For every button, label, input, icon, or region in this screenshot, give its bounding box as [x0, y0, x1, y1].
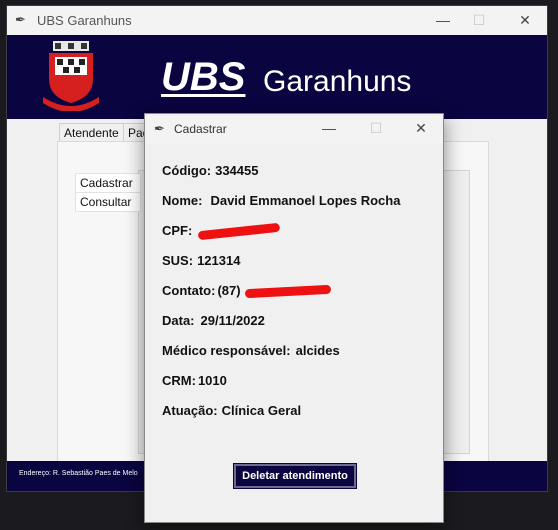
dialog-minimize-button[interactable]: — — [315, 118, 343, 138]
field-codigo: Código: 334455 — [162, 163, 259, 178]
header-banner: UBS Garanhuns — [7, 35, 547, 119]
field-medico: Médico responsável: alcides — [162, 343, 340, 358]
dialog-titlebar[interactable]: ✒ Cadastrar — ☐ ✕ — [145, 114, 443, 144]
field-data: Data: 29/11/2022 — [162, 313, 265, 328]
feather-icon: ✒ — [154, 121, 165, 136]
field-nome: Nome: David Emmanoel Lopes Rocha — [162, 193, 401, 208]
delete-appointment-button[interactable]: Deletar atendimento — [233, 463, 357, 489]
redaction-mark — [245, 284, 332, 299]
redaction-mark — [197, 222, 281, 241]
field-sus: SUS: 121314 — [162, 253, 241, 268]
dialog-close-button[interactable]: ✕ — [407, 118, 435, 138]
window-title: UBS Garanhuns — [37, 13, 132, 28]
main-titlebar[interactable]: ✒ UBS Garanhuns — ☐ ✕ — [7, 6, 547, 35]
cadastrar-dialog: ✒ Cadastrar — ☐ ✕ Código: 334455 Nome: Dav… — [144, 113, 444, 523]
close-button[interactable]: ✕ — [511, 10, 539, 30]
field-crm: CRM: 1010 — [162, 373, 227, 388]
consultar-button[interactable]: Consultar — [75, 192, 141, 212]
dialog-title: Cadastrar — [174, 122, 227, 136]
dialog-maximize-button[interactable]: ☐ — [362, 118, 390, 138]
feather-icon: ✒ — [15, 12, 26, 27]
tab-atendente[interactable]: Atendente — [59, 123, 124, 142]
footer-address: Endereço: R. Sebastião Paes de Melo — [19, 470, 138, 477]
minimize-button[interactable]: — — [429, 10, 457, 30]
maximize-button[interactable]: ☐ — [465, 10, 493, 30]
field-cpf: CPF: — [162, 222, 281, 241]
brand-ubs-title: UBS — [161, 55, 246, 99]
field-contato: Contato: (87) — [162, 283, 332, 299]
city-crest-logo — [43, 41, 99, 111]
cadastrar-button[interactable]: Cadastrar — [75, 173, 141, 193]
dialog-body: Código: 334455 Nome: David Emmanoel Lopes … — [145, 144, 443, 522]
field-atuacao: Atuação: Clínica Geral — [162, 403, 302, 418]
brand-city-title: Garanhuns — [263, 65, 412, 98]
